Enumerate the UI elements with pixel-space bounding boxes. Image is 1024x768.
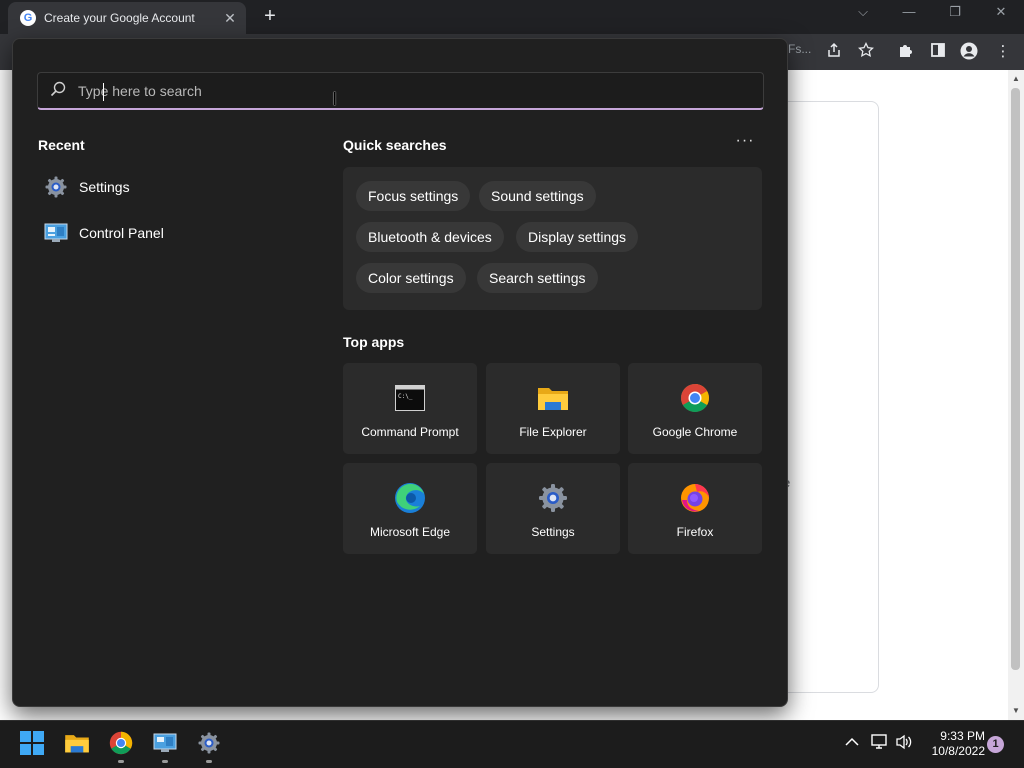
chip-focus-settings[interactable]: Focus settings bbox=[356, 181, 471, 211]
recent-item-label: Control Panel bbox=[79, 225, 164, 241]
bookmark-star-icon[interactable] bbox=[855, 41, 877, 62]
file-explorer-icon bbox=[537, 382, 569, 414]
chip-color-settings[interactable]: Color settings bbox=[356, 263, 466, 293]
quick-searches-heading: Quick searches bbox=[343, 137, 447, 153]
control-panel-icon[interactable] bbox=[152, 730, 178, 756]
show-hidden-icons-chevron-icon[interactable] bbox=[842, 734, 862, 750]
firefox-icon bbox=[679, 482, 711, 514]
notification-badge[interactable]: 1 bbox=[987, 736, 1004, 753]
top-apps-heading: Top apps bbox=[343, 334, 405, 350]
running-indicator bbox=[118, 760, 124, 763]
recent-item-control-panel[interactable]: Control Panel bbox=[43, 215, 303, 251]
google-favicon-icon: G bbox=[20, 10, 36, 26]
app-label: Firefox bbox=[676, 525, 714, 539]
settings-icon[interactable] bbox=[196, 730, 222, 756]
settings-gear-icon bbox=[43, 174, 69, 200]
app-label: Microsoft Edge bbox=[369, 525, 451, 539]
clock-date: 10/8/2022 bbox=[931, 744, 985, 758]
start-icon[interactable] bbox=[19, 730, 45, 756]
taskbar-clock[interactable]: 9:33 PM 10/8/2022 bbox=[915, 729, 985, 759]
app-label: Settings bbox=[531, 525, 575, 539]
chrome-menu-icon[interactable]: ⋮ bbox=[992, 42, 1014, 62]
new-tab-button[interactable]: + bbox=[259, 6, 281, 28]
search-box[interactable] bbox=[37, 72, 764, 110]
chip-bluetooth-devices[interactable]: Bluetooth & devices bbox=[356, 222, 504, 252]
app-tile-microsoft-edge[interactable]: Microsoft Edge bbox=[343, 463, 477, 554]
app-tile-command-prompt[interactable]: C:\_ Command Prompt bbox=[343, 363, 477, 454]
app-tile-firefox[interactable]: Firefox bbox=[628, 463, 762, 554]
clock-time: 9:33 PM bbox=[940, 729, 985, 743]
scrollbar-thumb[interactable] bbox=[1011, 88, 1020, 670]
chip-search-settings[interactable]: Search settings bbox=[477, 263, 598, 293]
tab-title: Create your Google Account bbox=[44, 11, 195, 25]
svg-text:C:\_: C:\_ bbox=[398, 393, 413, 400]
chip-sound-settings[interactable]: Sound settings bbox=[479, 181, 596, 211]
browser-tab[interactable]: G Create your Google Account ✕ bbox=[8, 2, 246, 34]
chrome-icon bbox=[679, 382, 711, 414]
command-prompt-icon: C:\_ bbox=[394, 382, 426, 414]
volume-icon[interactable] bbox=[894, 734, 914, 753]
restore-button[interactable]: ❐ bbox=[940, 4, 970, 20]
chrome-icon[interactable] bbox=[108, 730, 134, 756]
running-indicator bbox=[206, 760, 212, 763]
app-label: Google Chrome bbox=[652, 425, 738, 439]
settings-gear-icon bbox=[537, 482, 569, 514]
app-label: Command Prompt bbox=[361, 425, 459, 439]
share-icon[interactable] bbox=[823, 42, 845, 62]
minimize-button[interactable]: — bbox=[894, 4, 924, 19]
control-panel-icon bbox=[43, 220, 69, 246]
extensions-puzzle-icon[interactable] bbox=[895, 42, 917, 62]
close-window-button[interactable]: ✕ bbox=[986, 4, 1016, 20]
file-explorer-icon[interactable] bbox=[64, 730, 90, 756]
more-options-icon[interactable]: ··· bbox=[733, 133, 757, 154]
edge-icon bbox=[394, 482, 426, 514]
profile-avatar-icon[interactable] bbox=[958, 42, 980, 62]
side-panel-icon[interactable] bbox=[927, 42, 949, 62]
app-tile-file-explorer[interactable]: File Explorer bbox=[486, 363, 620, 454]
recent-heading: Recent bbox=[38, 137, 85, 153]
search-panel: I Recent Settings bbox=[12, 38, 788, 707]
mouse-ibeam-cursor-icon: I bbox=[332, 89, 338, 110]
network-icon[interactable] bbox=[869, 734, 889, 753]
running-indicator bbox=[162, 760, 168, 763]
search-icon bbox=[38, 81, 78, 101]
text-caret bbox=[103, 83, 104, 101]
search-input[interactable] bbox=[78, 82, 718, 99]
recent-item-label: Settings bbox=[79, 179, 130, 195]
tab-close-icon[interactable]: ✕ bbox=[220, 10, 240, 27]
recent-item-settings[interactable]: Settings bbox=[43, 169, 303, 205]
app-tile-google-chrome[interactable]: Google Chrome bbox=[628, 363, 762, 454]
scroll-down-arrow-icon[interactable]: ▼ bbox=[1008, 704, 1024, 718]
scroll-up-arrow-icon[interactable]: ▲ bbox=[1008, 72, 1024, 86]
app-tile-settings[interactable]: Settings bbox=[486, 463, 620, 554]
tab-search-icon[interactable]: ⌵ bbox=[848, 4, 878, 20]
omnibox-url-tail[interactable]: Fs... bbox=[788, 42, 811, 56]
chip-display-settings[interactable]: Display settings bbox=[516, 222, 639, 252]
app-label: File Explorer bbox=[519, 425, 587, 439]
